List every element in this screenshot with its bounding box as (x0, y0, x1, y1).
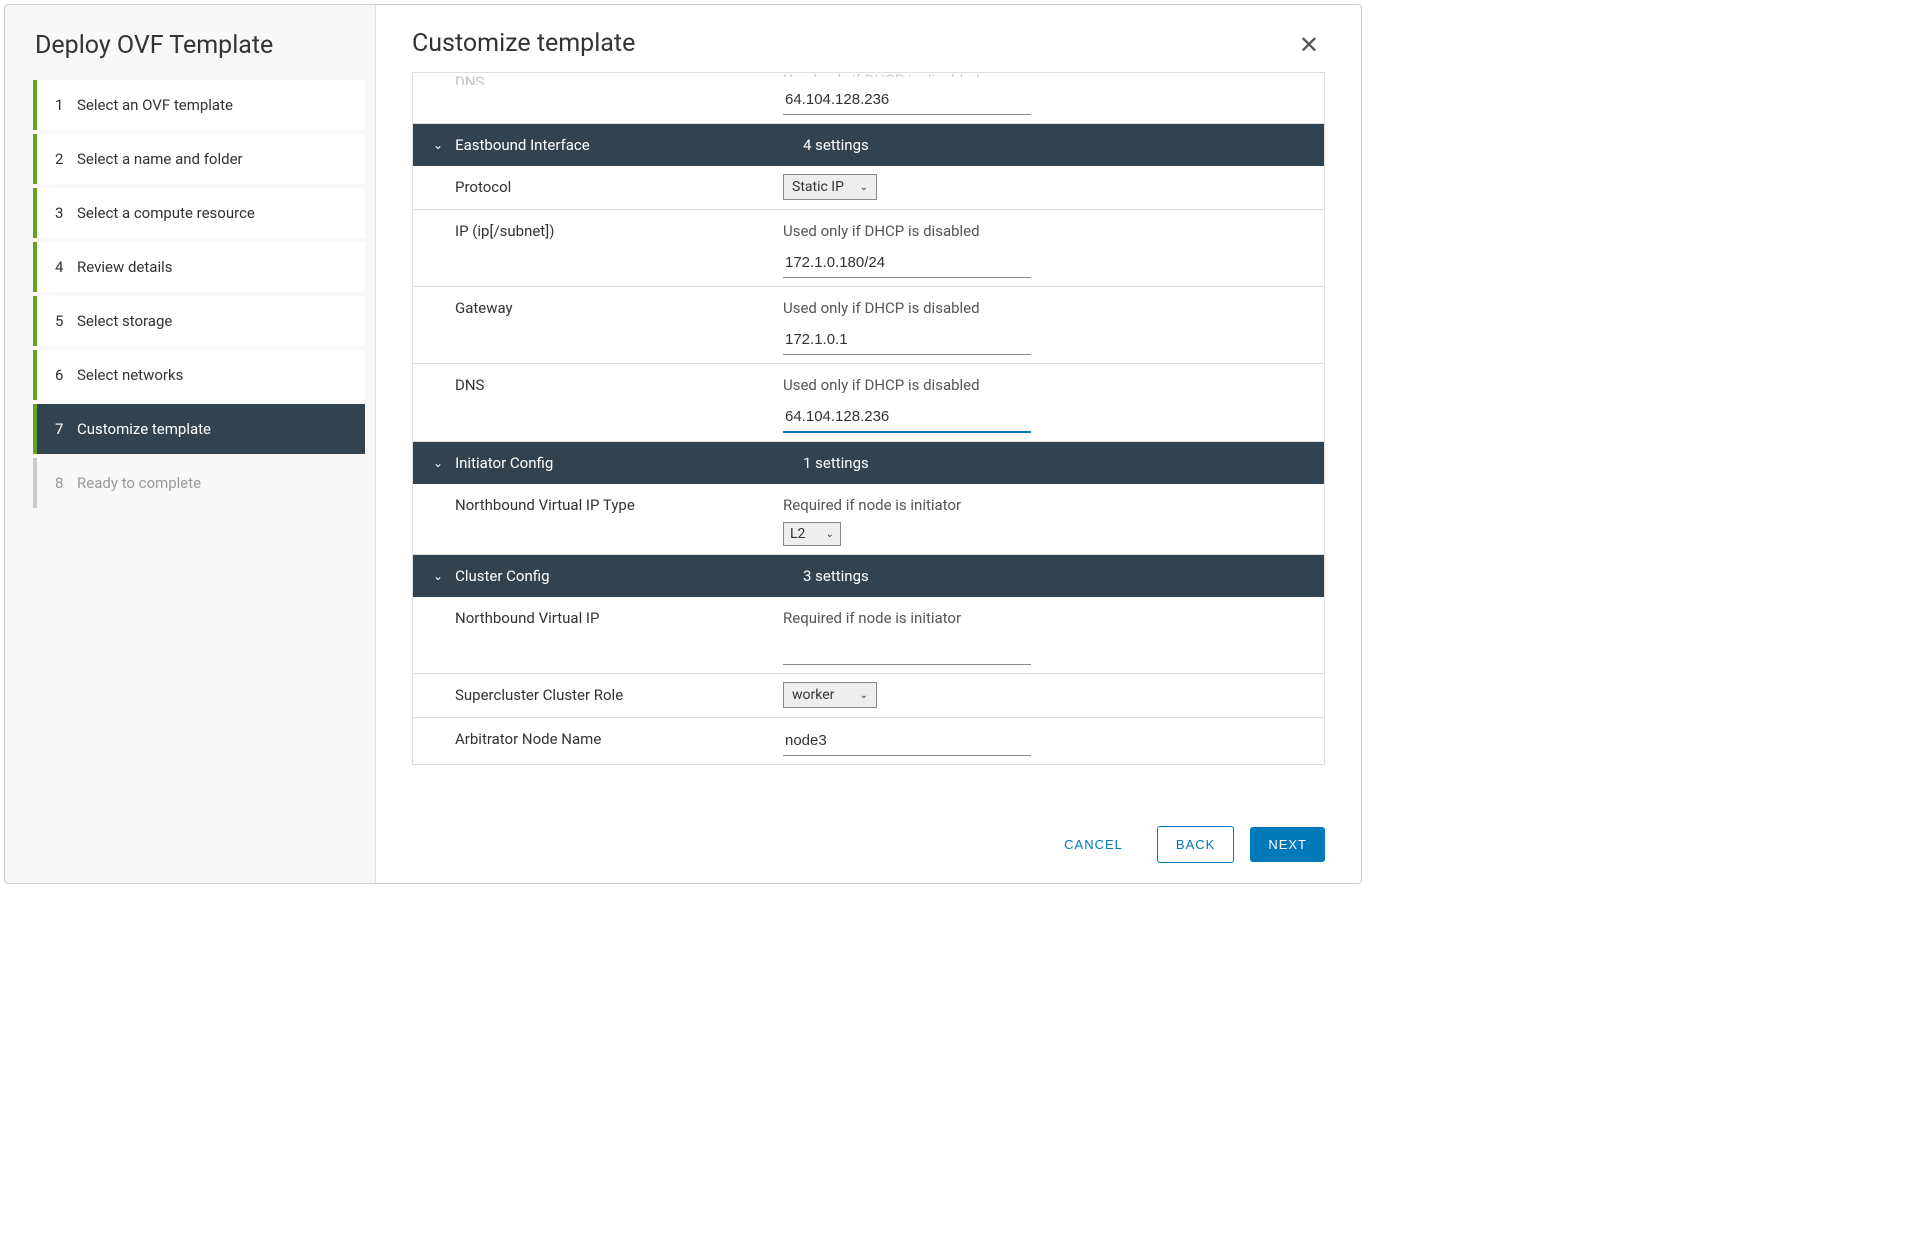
field-hint: Required if node is initiator (783, 605, 1304, 627)
step-label: Ready to complete (77, 474, 201, 492)
step-label: Select a name and folder (77, 150, 243, 168)
select-value: L2 (790, 526, 805, 542)
wizard-step-5[interactable]: 5 Select storage (33, 296, 365, 346)
dialog-title: Deploy OVF Template (5, 23, 375, 80)
next-button[interactable]: NEXT (1250, 827, 1325, 862)
step-number: 1 (55, 96, 77, 114)
step-number: 3 (55, 204, 77, 222)
field-value-area: Used only if DHCP is disabled (783, 73, 1324, 123)
arbitrator-input[interactable] (783, 726, 1031, 756)
select-value: Static IP (792, 179, 844, 195)
step-label: Select a compute resource (77, 204, 255, 222)
step-number: 6 (55, 366, 77, 384)
section-title: Initiator Config (455, 454, 553, 472)
table-row-nvip: Northbound Virtual IP Required if node i… (413, 597, 1324, 674)
wizard-step-2[interactable]: 2 Select a name and folder (33, 134, 365, 184)
field-label: DNS (413, 364, 783, 406)
step-number: 7 (55, 420, 77, 438)
protocol-select[interactable]: Static IP ⌄ (783, 174, 877, 200)
step-label: Select an OVF template (77, 96, 233, 114)
main-panel: Customize template ✕ DNS Used only if DH… (376, 5, 1361, 883)
field-hint: Used only if DHCP is disabled (783, 372, 1304, 394)
field-label: Arbitrator Node Name (413, 718, 783, 760)
nvip-input[interactable] (783, 635, 1031, 665)
field-hint: Used only if DHCP is disabled (783, 218, 1304, 240)
field-value-area: Used only if DHCP is disabled (783, 364, 1324, 441)
field-label: Gateway (413, 287, 783, 329)
select-value: worker (792, 687, 834, 703)
wizard-step-1[interactable]: 1 Select an OVF template (33, 80, 365, 130)
content-scroll-area[interactable]: DNS Used only if DHCP is disabled ⌄ East… (376, 72, 1361, 806)
section-eastbound-header[interactable]: ⌄ Eastbound Interface 4 settings (413, 124, 1324, 166)
step-label: Select storage (77, 312, 172, 330)
back-button[interactable]: BACK (1157, 826, 1234, 863)
field-hint: Used only if DHCP is disabled (783, 72, 1304, 77)
section-count: 1 settings (803, 454, 869, 472)
table-row-ip: IP (ip[/subnet]) Used only if DHCP is di… (413, 210, 1324, 287)
step-number: 5 (55, 312, 77, 330)
chevron-down-icon: ⌄ (433, 456, 443, 470)
wizard-steps-list: 1 Select an OVF template 2 Select a name… (5, 80, 375, 512)
field-value-area: worker ⌄ (783, 674, 1324, 716)
table-row-dns: DNS Used only if DHCP is disabled (413, 364, 1324, 442)
gateway-input[interactable] (783, 325, 1031, 355)
field-label: DNS (413, 72, 783, 85)
section-count: 4 settings (803, 136, 869, 154)
field-hint: Required if node is initiator (783, 492, 1304, 514)
table-row-arbitrator: Arbitrator Node Name (413, 718, 1324, 764)
section-count: 3 settings (803, 567, 869, 585)
wizard-step-8: 8 Ready to complete (33, 458, 365, 508)
deploy-ovf-dialog: Deploy OVF Template 1 Select an OVF temp… (4, 4, 1362, 884)
step-number: 2 (55, 150, 77, 168)
nvip-type-select[interactable]: L2 ⌄ (783, 522, 841, 546)
field-hint: Used only if DHCP is disabled (783, 295, 1304, 317)
ip-input[interactable] (783, 248, 1031, 278)
wizard-sidebar: Deploy OVF Template 1 Select an OVF temp… (5, 5, 376, 883)
field-value-area: Used only if DHCP is disabled (783, 210, 1324, 286)
field-label: IP (ip[/subnet]) (413, 210, 783, 252)
section-cluster-header[interactable]: ⌄ Cluster Config 3 settings (413, 555, 1324, 597)
dns-input[interactable] (783, 402, 1031, 433)
cluster-role-select[interactable]: worker ⌄ (783, 682, 877, 708)
wizard-step-3[interactable]: 3 Select a compute resource (33, 188, 365, 238)
cancel-button[interactable]: CANCEL (1046, 827, 1141, 862)
section-title: Cluster Config (455, 567, 549, 585)
wizard-step-7[interactable]: 7 Customize template (33, 404, 365, 454)
chevron-down-icon: ⌄ (826, 529, 834, 540)
form-table: DNS Used only if DHCP is disabled ⌄ East… (412, 72, 1325, 765)
dialog-footer: CANCEL BACK NEXT (376, 806, 1361, 883)
field-value-area: Required if node is initiator L2 ⌄ (783, 484, 1324, 554)
chevron-down-icon: ⌄ (433, 138, 443, 152)
wizard-step-4[interactable]: 4 Review details (33, 242, 365, 292)
chevron-down-icon: ⌄ (860, 182, 868, 193)
chevron-down-icon: ⌄ (860, 690, 868, 701)
table-row-dns-prev: DNS Used only if DHCP is disabled (413, 73, 1324, 124)
field-value-area: Required if node is initiator (783, 597, 1324, 673)
wizard-step-6[interactable]: 6 Select networks (33, 350, 365, 400)
field-label: Northbound Virtual IP Type (413, 484, 783, 526)
table-row-nvip-type: Northbound Virtual IP Type Required if n… (413, 484, 1324, 555)
main-header: Customize template ✕ (376, 5, 1361, 72)
step-number: 4 (55, 258, 77, 276)
step-number: 8 (55, 474, 77, 492)
field-value-area (783, 718, 1324, 764)
field-value-area: Used only if DHCP is disabled (783, 287, 1324, 363)
dns-prev-input[interactable] (783, 85, 1031, 115)
step-label: Select networks (77, 366, 183, 384)
table-row-gateway: Gateway Used only if DHCP is disabled (413, 287, 1324, 364)
step-label: Review details (77, 258, 172, 276)
step-label: Customize template (77, 420, 211, 438)
close-icon: ✕ (1299, 32, 1319, 59)
section-initiator-header[interactable]: ⌄ Initiator Config 1 settings (413, 442, 1324, 484)
close-button[interactable]: ✕ (1293, 29, 1325, 62)
section-title: Eastbound Interface (455, 136, 590, 154)
table-row-cluster-role: Supercluster Cluster Role worker ⌄ (413, 674, 1324, 718)
field-value-area: Static IP ⌄ (783, 166, 1324, 208)
page-title: Customize template (412, 29, 635, 58)
table-row-protocol: Protocol Static IP ⌄ (413, 166, 1324, 210)
field-label: Supercluster Cluster Role (413, 674, 783, 716)
field-label: Northbound Virtual IP (413, 597, 783, 639)
field-label: Protocol (413, 166, 783, 208)
chevron-down-icon: ⌄ (433, 569, 443, 583)
